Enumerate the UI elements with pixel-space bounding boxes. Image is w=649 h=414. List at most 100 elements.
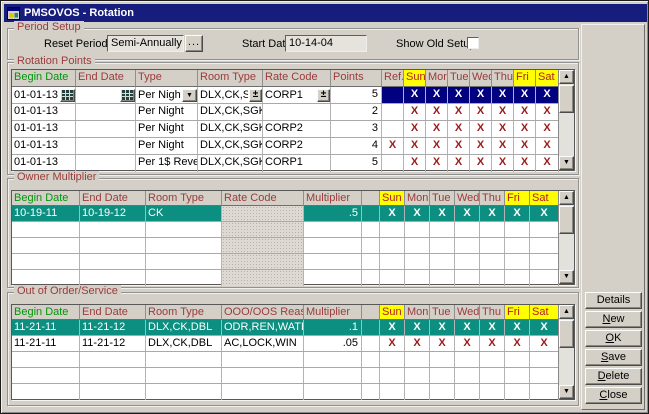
scroll-up-icon[interactable]: ▲ xyxy=(559,191,574,205)
day-x-cell[interactable]: X xyxy=(492,138,514,154)
day-x-cell[interactable]: X xyxy=(514,87,536,103)
day-x-cell[interactable]: X xyxy=(426,87,448,103)
scroll-down-icon[interactable]: ▼ xyxy=(559,156,574,170)
table-row[interactable]: 01-01-13 Per Night DLX,CK,SGK,K CORP2 3 … xyxy=(12,121,559,138)
table-row[interactable] xyxy=(12,352,559,368)
day-x-cell[interactable]: X xyxy=(492,87,514,103)
calendar-icon[interactable] xyxy=(60,89,75,102)
day-x-cell[interactable]: X xyxy=(404,87,426,103)
day-x-cell[interactable]: X xyxy=(492,121,514,137)
day-x-cell[interactable]: X xyxy=(380,336,405,351)
day-x-cell[interactable]: X xyxy=(404,155,426,172)
rotation-points-scrollbar[interactable]: ▲ ▼ xyxy=(558,70,574,170)
cell-ref[interactable] xyxy=(382,121,404,137)
cell-ref[interactable] xyxy=(382,87,404,103)
day-x-cell[interactable]: X xyxy=(470,155,492,172)
close-button[interactable]: Close xyxy=(585,387,642,404)
day-x-cell[interactable]: X xyxy=(426,155,448,172)
day-x-cell[interactable]: X xyxy=(430,206,455,221)
day-x-cell[interactable]: X xyxy=(430,320,455,335)
reset-period-lov-button[interactable]: ... xyxy=(185,35,203,52)
day-x-cell[interactable]: X xyxy=(530,336,559,351)
day-x-cell[interactable]: X xyxy=(430,336,455,351)
day-x-cell[interactable]: X xyxy=(426,121,448,137)
table-row[interactable]: 11-21-11 11-21-12 DLX,CK,DBL ODR,REN,WAT… xyxy=(12,320,559,336)
day-x-cell[interactable]: X xyxy=(530,206,559,221)
scroll-down-icon[interactable]: ▼ xyxy=(559,385,574,399)
day-x-cell[interactable]: X xyxy=(536,138,559,154)
day-x-cell[interactable]: X xyxy=(470,104,492,120)
day-x-cell[interactable]: X xyxy=(536,155,559,172)
day-x-cell[interactable]: X xyxy=(426,104,448,120)
table-row[interactable] xyxy=(12,270,559,286)
day-x-cell[interactable]: X xyxy=(514,104,536,120)
owner-multiplier-scrollbar[interactable]: ▲ ▼ xyxy=(558,191,574,284)
day-x-cell[interactable]: X xyxy=(505,206,530,221)
day-x-cell[interactable]: X xyxy=(514,155,536,172)
scrollbar-thumb[interactable] xyxy=(559,85,574,113)
table-row[interactable] xyxy=(12,254,559,270)
table-row[interactable] xyxy=(12,222,559,238)
table-row[interactable]: 11-21-11 11-21-12 DLX,CK,DBL AC,LOCK,WIN… xyxy=(12,336,559,352)
delete-button[interactable]: Delete xyxy=(585,368,642,385)
day-x-cell[interactable]: X xyxy=(455,336,480,351)
day-x-cell[interactable]: X xyxy=(470,138,492,154)
day-x-cell[interactable]: X xyxy=(492,104,514,120)
day-x-cell[interactable]: X xyxy=(536,87,559,103)
day-x-cell[interactable]: X xyxy=(404,104,426,120)
day-x-cell[interactable]: X xyxy=(380,206,405,221)
table-row[interactable] xyxy=(12,384,559,400)
table-row[interactable]: 01-01-13 Per 1$ Revenu DLX,CK,SGK,K CORP… xyxy=(12,155,559,172)
day-x-cell[interactable]: X xyxy=(536,121,559,137)
new-button[interactable]: New xyxy=(585,311,642,328)
scroll-down-icon[interactable]: ▼ xyxy=(559,270,574,284)
day-x-cell[interactable]: X xyxy=(405,336,430,351)
scroll-up-icon[interactable]: ▲ xyxy=(559,305,574,319)
details-button[interactable]: Details xyxy=(585,292,642,309)
day-x-cell[interactable]: X xyxy=(470,87,492,103)
day-x-cell[interactable]: X xyxy=(480,336,505,351)
start-date-field[interactable]: 10-14-04 xyxy=(285,35,367,52)
day-x-cell[interactable]: X xyxy=(514,138,536,154)
day-x-cell[interactable]: X xyxy=(405,320,430,335)
day-x-cell[interactable]: X xyxy=(455,206,480,221)
reset-period-field[interactable]: Semi-Annually xyxy=(107,35,184,52)
day-x-cell[interactable]: X xyxy=(470,121,492,137)
show-old-setup-checkbox[interactable] xyxy=(467,37,479,49)
table-row[interactable]: 01-01-13 Per Night DLX,CK,SGK,K 2 X X X … xyxy=(12,104,559,121)
day-x-cell[interactable]: X xyxy=(448,87,470,103)
table-row[interactable]: 01-01-13 Per Night DLX,CK,SGK,K CORP2 4 … xyxy=(12,138,559,155)
table-row[interactable]: 10-19-11 10-19-12 CK .5 X X X X X X X xyxy=(12,206,559,222)
out-of-order-scrollbar[interactable]: ▲ ▼ xyxy=(558,305,574,399)
day-x-cell[interactable]: X xyxy=(448,138,470,154)
lov-icon[interactable]: ± xyxy=(249,89,262,102)
day-x-cell[interactable]: X xyxy=(505,320,530,335)
cell-ref[interactable] xyxy=(382,155,404,172)
table-row[interactable] xyxy=(12,368,559,384)
cell-ref[interactable] xyxy=(382,104,404,120)
day-x-cell[interactable]: X xyxy=(404,138,426,154)
day-x-cell[interactable]: X xyxy=(448,104,470,120)
day-x-cell[interactable]: X xyxy=(448,121,470,137)
scrollbar-thumb[interactable] xyxy=(559,206,574,234)
day-x-cell[interactable]: X xyxy=(492,155,514,172)
scroll-up-icon[interactable]: ▲ xyxy=(559,70,574,84)
day-x-cell[interactable]: X xyxy=(405,206,430,221)
day-x-cell[interactable]: X xyxy=(505,336,530,351)
scrollbar-thumb[interactable] xyxy=(559,320,574,348)
chevron-down-icon[interactable]: ▼ xyxy=(182,89,197,102)
lov-icon[interactable]: ± xyxy=(317,89,330,102)
cell-ref[interactable]: X xyxy=(382,138,404,154)
calendar-icon[interactable] xyxy=(120,89,135,102)
cell-type-combobox[interactable]: Per Night ▼ xyxy=(136,87,198,103)
day-x-cell[interactable]: X xyxy=(514,121,536,137)
day-x-cell[interactable]: X xyxy=(480,320,505,335)
day-x-cell[interactable]: X xyxy=(448,155,470,172)
ok-button[interactable]: OK xyxy=(585,330,642,347)
day-x-cell[interactable]: X xyxy=(404,121,426,137)
table-row[interactable] xyxy=(12,238,559,254)
day-x-cell[interactable]: X xyxy=(426,138,448,154)
table-row[interactable]: 01-01-13 Per Night ▼ DLX,CK,SGI ± CORP1 … xyxy=(12,87,559,104)
day-x-cell[interactable]: X xyxy=(536,104,559,120)
day-x-cell[interactable]: X xyxy=(455,320,480,335)
